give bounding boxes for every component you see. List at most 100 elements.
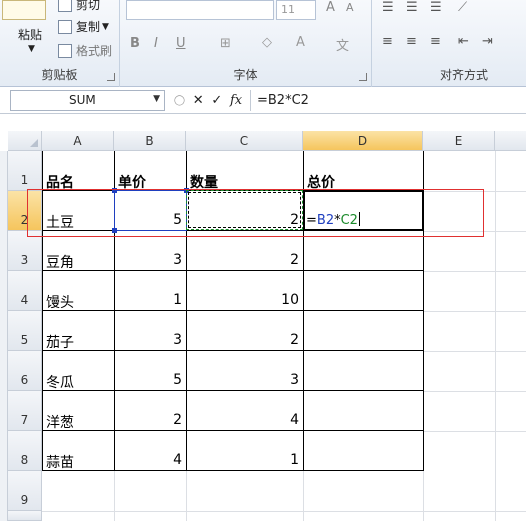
row-header-4[interactable]: 4 (8, 271, 42, 311)
column-header-c[interactable]: C (186, 131, 303, 151)
worksheet: A B C D E 1 2 3 4 5 6 7 8 9 品名 单价 数量 总价 … (0, 115, 526, 521)
alignment-group: ☰ ☰ ☰ ⟋ ≡ ≡ ≡ ⇤ ⇥ 对齐方式 (372, 0, 526, 87)
fill-color-icon[interactable]: ◇ (262, 35, 272, 50)
copy-button[interactable]: 复制 ▼ (58, 18, 109, 35)
ribbon: 粘贴 ▼ 剪切 复制 ▼ 格式刷 剪贴板 11 A A B I U ⊞ ◇ A 文… (0, 0, 526, 87)
cell-qty[interactable]: 4 (186, 412, 299, 428)
cell-qty[interactable]: 2 (186, 332, 299, 348)
left-edge (0, 151, 8, 521)
gridline (423, 431, 526, 432)
orientation-icon[interactable]: ⟋ (458, 0, 467, 15)
gridline (423, 271, 526, 272)
brush-icon (58, 43, 72, 58)
resize-handle-icon: ◯ (173, 95, 186, 106)
grow-font-icon[interactable]: A (326, 0, 335, 15)
alignment-group-label: 对齐方式 (439, 68, 488, 82)
table-border (42, 270, 424, 271)
cell-qty[interactable]: 2 (186, 252, 299, 268)
font-group: 11 A A B I U ⊞ ◇ A 文 字体 (120, 0, 372, 87)
column-header-f[interactable] (495, 131, 526, 151)
cancel-icon[interactable]: ✕ (193, 93, 204, 108)
row-header-3[interactable]: 3 (8, 231, 42, 271)
row-header-8[interactable]: 8 (8, 431, 42, 471)
row-header-9[interactable]: 9 (8, 471, 42, 511)
table-border (42, 470, 424, 471)
column-header-e[interactable]: E (423, 131, 495, 151)
cell-editor[interactable]: =B2*C2 (306, 212, 360, 228)
row-header-6[interactable]: 6 (8, 351, 42, 391)
format-painter-button[interactable]: 格式刷 (58, 42, 112, 59)
align-right-icon[interactable]: ≡ (430, 34, 441, 49)
scissors-icon (58, 0, 72, 12)
align-middle-icon[interactable]: ☰ (406, 0, 418, 15)
cut-button[interactable]: 剪切 (58, 0, 100, 13)
gridline (495, 151, 496, 521)
decrease-indent-icon[interactable]: ⇤ (458, 34, 469, 49)
cell-qty[interactable]: 1 (186, 452, 299, 468)
cell-name[interactable]: 豆角 (46, 252, 74, 272)
row-header-10[interactable] (8, 511, 42, 521)
formula-controls: ◯ ✕ ✓ fx (170, 90, 246, 111)
align-bottom-icon[interactable]: ☰ (430, 0, 442, 15)
table-border (42, 430, 424, 431)
gridline (423, 391, 526, 392)
select-all-button[interactable] (8, 131, 42, 151)
formula-bar: SUM ▼ ◯ ✕ ✓ fx =B2*C2 (0, 88, 526, 114)
bold-button[interactable]: B (130, 36, 140, 51)
table-border (42, 310, 424, 311)
cell-price[interactable]: 1 (114, 292, 182, 308)
cell-price[interactable]: 3 (114, 332, 182, 348)
paste-icon[interactable] (2, 0, 46, 20)
column-header-a[interactable]: A (42, 131, 114, 151)
paste-button[interactable]: 粘贴 (18, 26, 42, 43)
phonetic-icon[interactable]: 文 (336, 35, 349, 54)
gridline (423, 471, 424, 521)
cell-name[interactable]: 冬瓜 (46, 372, 74, 392)
gridline (423, 311, 526, 312)
formula-input[interactable]: =B2*C2 (250, 90, 526, 111)
cell-name[interactable]: 茄子 (46, 332, 74, 352)
clipboard-launcher-icon[interactable] (107, 73, 115, 81)
column-header-b[interactable]: B (114, 131, 186, 151)
cell-name[interactable]: 洋葱 (46, 412, 74, 432)
gridline (186, 471, 187, 521)
cell-price[interactable]: 2 (114, 412, 182, 428)
gridline (114, 471, 115, 521)
row-header-1[interactable]: 1 (8, 151, 42, 191)
cell-price[interactable]: 4 (114, 452, 182, 468)
cell-name[interactable]: 蒜苗 (46, 452, 74, 472)
cell-qty[interactable]: 3 (186, 372, 299, 388)
cell-name[interactable]: 馒头 (46, 292, 74, 312)
insert-function-icon[interactable]: fx (230, 93, 242, 108)
italic-button[interactable]: I (154, 36, 158, 51)
font-color-icon[interactable]: A (296, 35, 305, 50)
cell-price[interactable]: 5 (114, 372, 182, 388)
increase-indent-icon[interactable]: ⇥ (482, 34, 493, 49)
row-header-5[interactable]: 5 (8, 311, 42, 351)
row-header-7[interactable]: 7 (8, 391, 42, 431)
name-box-dropdown-icon[interactable]: ▼ (153, 94, 160, 104)
clipboard-group-label: 剪贴板 (41, 68, 78, 82)
align-top-icon[interactable]: ☰ (382, 0, 394, 15)
underline-button[interactable]: U (176, 36, 186, 51)
border-icon[interactable]: ⊞ (220, 36, 231, 51)
shrink-font-icon[interactable]: A (346, 1, 354, 14)
name-box[interactable]: SUM ▼ (10, 90, 165, 111)
paste-dropdown-icon[interactable]: ▼ (28, 44, 35, 54)
font-name-select[interactable] (126, 0, 274, 20)
cell-price[interactable]: 3 (114, 252, 182, 268)
font-launcher-icon[interactable] (359, 73, 367, 81)
copy-icon (58, 19, 72, 34)
font-group-label: 字体 (233, 68, 258, 82)
gridline (423, 351, 526, 352)
column-header-d[interactable]: D (303, 131, 423, 151)
table-border (42, 350, 424, 351)
align-left-icon[interactable]: ≡ (382, 34, 393, 49)
copy-dropdown-icon: ▼ (102, 21, 109, 32)
enter-icon[interactable]: ✓ (211, 93, 222, 108)
text-caret (358, 212, 360, 226)
gridline (303, 471, 304, 521)
cell-qty[interactable]: 10 (186, 292, 299, 308)
align-center-icon[interactable]: ≡ (406, 34, 417, 49)
font-size-select[interactable]: 11 (276, 0, 316, 20)
